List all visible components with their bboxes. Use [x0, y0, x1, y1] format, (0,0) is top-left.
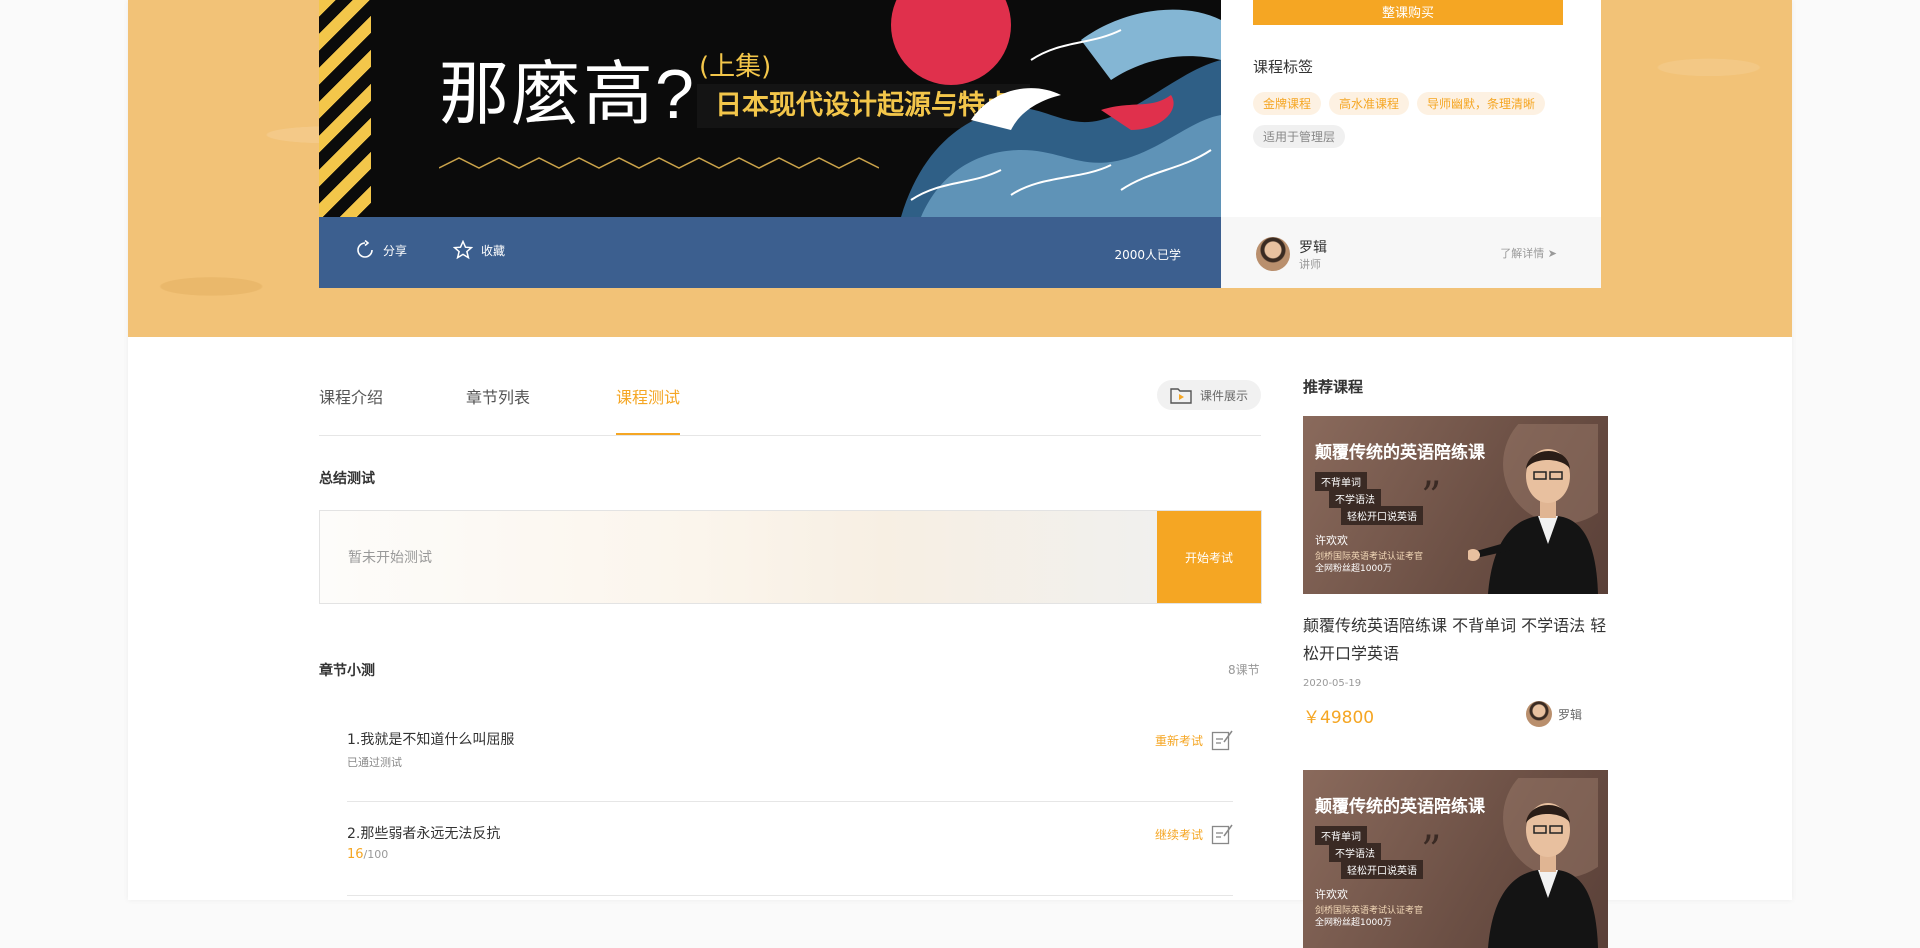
thumb-chip: 轻松开口说英语 — [1341, 860, 1423, 879]
quote-mark: ” — [1421, 474, 1442, 520]
teacher-name: 罗辑 — [1557, 707, 1582, 722]
teacher-photo — [1468, 424, 1598, 594]
thumb-title: 颠覆传统的英语陪练课 — [1315, 797, 1485, 817]
quiz-score: 16/100 — [347, 847, 388, 862]
edit-icon — [1211, 730, 1233, 751]
lecturer-name: 罗辑 — [1299, 240, 1327, 256]
continue-label: 继续考试 — [1154, 827, 1203, 842]
score-total: /100 — [363, 848, 389, 861]
share-icon — [357, 240, 373, 258]
course-action-bar: 分享 收藏 2000人已学 — [319, 217, 1221, 288]
recommend-course-name[interactable]: 颠覆传统英语陪练课 不背单词 不学语法 轻松开口学英语 — [1303, 612, 1608, 668]
star-icon — [453, 240, 473, 260]
recommend-card[interactable]: 颠覆传统的英语陪练课 不背单词 不学语法 轻松开口说英语 ” 许欢欢 剑桥国际英… — [1303, 416, 1608, 729]
banner-headline: 那麼高? — [439, 55, 696, 133]
recommend-thumbnail[interactable]: 颠覆传统的英语陪练课 不背单词 不学语法 轻松开口说英语 ” 许欢欢 剑桥国际英… — [1303, 416, 1608, 594]
retake-exam-button[interactable]: 重新考试 — [1155, 729, 1233, 751]
avatar — [1525, 701, 1552, 727]
thumb-chip: 轻松开口说英语 — [1341, 506, 1423, 525]
course-banner: 那麼高? (上集) 日本现代设计起源与特点 — [319, 0, 1221, 217]
tab-chapters[interactable]: 章节列表 — [466, 384, 530, 408]
tab-intro[interactable]: 课程介绍 — [319, 384, 383, 408]
lecturer-role: 讲师 — [1299, 258, 1321, 271]
retake-label: 重新考试 — [1154, 733, 1203, 748]
continue-exam-button[interactable]: 继续考试 — [1155, 823, 1233, 845]
quiz-row: 2.那些弱者永远无法反抗 16/100 继续考试 — [347, 801, 1233, 896]
course-tag[interactable]: 金牌课程 — [1253, 92, 1322, 115]
banner-zigzag — [439, 157, 879, 169]
chapter-quiz-title: 章节小测 — [319, 663, 375, 679]
test-status: 暂未开始测试 — [348, 550, 432, 566]
course-tags: 金牌课程 高水准课程 导师幽默，条理清晰 适用于管理层 — [1253, 92, 1573, 148]
tags-title: 课程标签 — [1253, 58, 1314, 76]
chapter-count: 8课节 — [1228, 663, 1260, 677]
teacher-photo — [1488, 778, 1598, 948]
banner-wave-art — [891, 0, 1221, 217]
recommend-meta: ￥49800 罗辑 — [1303, 699, 1608, 729]
active-tab-indicator — [616, 433, 680, 435]
tab-test[interactable]: 课程测试 — [616, 384, 680, 408]
favorite-button[interactable]: 收藏 — [453, 240, 505, 260]
learner-count: 2000人已学 — [1114, 248, 1181, 262]
play-file-icon — [1170, 388, 1192, 404]
start-exam-button[interactable]: 开始考试 — [1157, 511, 1261, 603]
thumb-fans: 全网粉丝超1000万 — [1315, 564, 1392, 574]
purchase-card: 整课购买 课程标签 金牌课程 高水准课程 导师幽默，条理清晰 适用于管理层 — [1221, 0, 1601, 217]
recommend-thumbnail[interactable]: 颠覆传统的英语陪练课 不背单词 不学语法 轻松开口说英语 ” 许欢欢 剑桥国际英… — [1303, 770, 1608, 948]
banner-part: (上集) — [699, 52, 772, 82]
recommend-date: 2020-05-19 — [1303, 678, 1362, 689]
course-tabs: 课程介绍 章节列表 课程测试 课件展示 — [319, 370, 1261, 436]
quiz-status: 已通过测试 — [347, 756, 402, 769]
buy-course-button[interactable]: 整课购买 — [1253, 0, 1563, 25]
quote-mark: ” — [1421, 828, 1442, 874]
lecturer-panel: 罗辑 讲师 了解详情 ➤ — [1221, 217, 1601, 288]
share-label: 分享 — [383, 243, 408, 258]
favorite-label: 收藏 — [481, 243, 506, 258]
course-tag[interactable]: 导师幽默，条理清晰 — [1417, 92, 1546, 115]
lecturer-avatar — [1256, 237, 1290, 271]
courseware-button[interactable]: 课件展示 — [1157, 380, 1261, 410]
thumb-fans: 全网粉丝超1000万 — [1315, 918, 1392, 928]
page: 那麼高? (上集) 日本现代设计起源与特点 分享 收藏 2000人已学 整课购买… — [128, 0, 1792, 948]
quiz-title: 1.我就是不知道什么叫屈服 — [347, 732, 515, 748]
summary-test-title: 总结测试 — [319, 471, 375, 487]
hero-section: 那麼高? (上集) 日本现代设计起源与特点 分享 收藏 2000人已学 整课购买… — [128, 0, 1792, 337]
banner-stripes — [319, 0, 371, 217]
course-tag[interactable]: 高水准课程 — [1329, 92, 1410, 115]
quiz-row: 1.我就是不知道什么叫屈服 已通过测试 重新考试 — [347, 707, 1233, 802]
recommend-price: ￥49800 — [1303, 708, 1375, 728]
summary-test-box: 暂未开始测试 开始考试 — [319, 510, 1262, 604]
recommend-teacher[interactable]: 罗辑 — [1525, 701, 1582, 727]
share-button[interactable]: 分享 — [355, 240, 407, 260]
lecturer-details-link[interactable]: 了解详情 ➤ — [1500, 245, 1557, 261]
recommend-title: 推荐课程 — [1303, 378, 1364, 396]
courseware-label: 课件展示 — [1199, 388, 1248, 403]
quiz-title: 2.那些弱者永远无法反抗 — [347, 826, 501, 842]
thumb-teacher: 许欢欢 — [1315, 534, 1348, 547]
score-value: 16 — [347, 847, 364, 862]
course-tag[interactable]: 适用于管理层 — [1253, 125, 1346, 148]
thumb-title: 颠覆传统的英语陪练课 — [1315, 443, 1485, 463]
edit-icon — [1211, 824, 1233, 845]
recommend-card[interactable]: 颠覆传统的英语陪练课 不背单词 不学语法 轻松开口说英语 ” 许欢欢 剑桥国际英… — [1303, 770, 1608, 948]
